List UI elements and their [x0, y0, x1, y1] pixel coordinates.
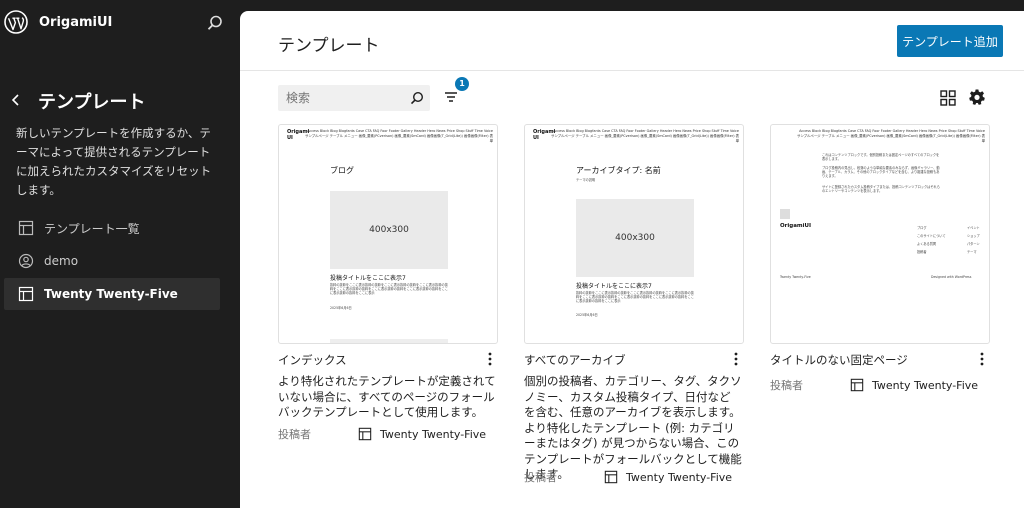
- author-name: Twenty Twenty-Five: [626, 470, 733, 484]
- preview-subheading: テーマの説明: [576, 178, 596, 182]
- sidebar: OrigamiUI テンプレート 新しいテンプレートを作成するか、テーマによって…: [0, 0, 240, 508]
- layout-icon: [604, 470, 618, 484]
- author-label: 投稿者: [770, 379, 803, 392]
- preview-footer-logo: OrigamiUI: [780, 223, 812, 229]
- preview-text-2: ブログ投稿内の見出し、段落のような単純な要素のみならず、画像ギャラリー、動画、テ…: [822, 166, 940, 179]
- search-box: [278, 85, 430, 111]
- preview-footer-links-left: ブログ このサイトについて よくある質問 投稿者: [917, 226, 946, 254]
- sidebar-nav: テンプレート一覧 demo Twenty Twenty-Five: [4, 212, 220, 311]
- preview-heading: ブログ: [330, 166, 354, 175]
- preview-site-icon: [780, 209, 790, 219]
- preview-nav: Access Block Blog Blogfants Case CTA FAQ…: [796, 129, 985, 143]
- layout-icon: [18, 286, 34, 302]
- more-vertical-icon[interactable]: [483, 351, 497, 367]
- sidebar-item-label: テンプレート一覧: [44, 221, 140, 236]
- preview-nav: Access Block Blog Blogfants Case CTA FAQ…: [550, 129, 739, 143]
- preview-post-title: 投稿タイトルをここに表示7: [576, 283, 652, 290]
- wordpress-logo-icon[interactable]: [4, 10, 28, 34]
- author-name: Twenty Twenty-Five: [872, 378, 979, 392]
- page-title: テンプレート: [278, 36, 380, 56]
- layout-icon: [18, 220, 34, 236]
- template-preview[interactable]: Origami UI Access Block Blog Blogfants C…: [278, 124, 498, 344]
- more-vertical-icon[interactable]: [729, 351, 743, 367]
- chevron-left-icon[interactable]: [8, 92, 24, 108]
- search-icon[interactable]: [409, 90, 425, 106]
- sidebar-item-twenty-twenty-five[interactable]: Twenty Twenty-Five: [4, 278, 220, 310]
- sidebar-item-demo[interactable]: demo: [4, 245, 220, 277]
- template-author: 投稿者 Twenty Twenty-Five: [770, 377, 990, 393]
- template-preview[interactable]: Origami UI Access Block Blog Blogfants C…: [524, 124, 744, 344]
- preview-nav: Access Block Blog Blogfants Case CTA FAQ…: [304, 129, 493, 143]
- add-template-button[interactable]: テンプレート追加: [897, 25, 1003, 57]
- layout-icon: [850, 378, 864, 392]
- author-label: 投稿者: [278, 428, 311, 441]
- sidebar-item-label: Twenty Twenty-Five: [44, 287, 178, 301]
- template-title[interactable]: タイトルのない固定ページ: [770, 352, 908, 368]
- author-label: 投稿者: [524, 471, 557, 484]
- gear-icon[interactable]: [968, 88, 986, 106]
- preview-excerpt: 抜粋の抜粋をここに表示抜粋の抜粋をここに表示抜粋の抜粋をここに表示抜粋の抜粋をこ…: [576, 291, 694, 304]
- site-name[interactable]: OrigamiUI: [39, 15, 112, 30]
- author-name: Twenty Twenty-Five: [380, 427, 487, 441]
- template-author: 投稿者 Twenty Twenty-Five: [524, 469, 744, 485]
- preview-image-placeholder: 400x300: [330, 191, 448, 269]
- user-circle-icon: [18, 253, 34, 269]
- template-description: より特化されたテンプレートが定義されていない場合に、すべてのページのフォールバッ…: [278, 374, 496, 419]
- template-author: 投稿者 Twenty Twenty-Five: [278, 426, 498, 442]
- filter-count-badge: 1: [455, 77, 469, 91]
- layout-icon: [358, 427, 372, 441]
- preview-footer-links-right: イベント ショップ パターン テーマ: [967, 226, 980, 254]
- preview-footer-credit: Designed with WordPress: [931, 275, 972, 279]
- preview-excerpt: 抜粋の抜粋をここに表示抜粋の抜粋をここに表示抜粋の抜粋をここに表示抜粋の抜粋をこ…: [330, 283, 448, 296]
- sidebar-description: 新しいテンプレートを作成するか、テーマによって提供されるテンプレートに加えられた…: [16, 126, 212, 197]
- preview-date: 2025年6月6日: [576, 313, 598, 317]
- sidebar-item-all-templates[interactable]: テンプレート一覧: [4, 212, 220, 244]
- preview-post-title: 投稿タイトルをここに表示7: [330, 275, 406, 282]
- preview-text-1: これはコンテンツブロックです。個別投稿または固定ページのすべてのブロックを表示し…: [822, 153, 940, 162]
- grid-view-icon[interactable]: [939, 89, 957, 107]
- sidebar-title: テンプレート: [38, 92, 146, 113]
- more-vertical-icon[interactable]: [975, 351, 989, 367]
- preview-logo: Origami UI: [287, 129, 310, 141]
- search-icon[interactable]: [205, 13, 225, 33]
- preview-date: 2025年6月6日: [330, 306, 352, 310]
- template-title[interactable]: インデックス: [278, 352, 347, 368]
- template-title[interactable]: すべてのアーカイブ: [524, 352, 626, 368]
- site-hub: OrigamiUI: [0, 0, 240, 48]
- template-description: 個別の投稿者、カテゴリー、タグ、タクソノミー、カスタム投稿タイプ、日付などを含む…: [524, 374, 742, 481]
- template-preview[interactable]: Access Block Blog Blogfants Case CTA FAQ…: [770, 124, 990, 344]
- preview-logo: Origami UI: [533, 129, 556, 141]
- main-header: テンプレート テンプレート追加: [240, 11, 1024, 71]
- preview-image-placeholder: 400x300: [576, 199, 694, 277]
- main-panel: テンプレート テンプレート追加 1 Orig: [240, 11, 1024, 508]
- search-input[interactable]: [278, 85, 406, 111]
- filter-icon[interactable]: [443, 89, 459, 105]
- preview-text-3: サイトに登録されたカスタム投稿タイプまたは、投稿コンテンツブロックはそれらのエン…: [822, 185, 940, 194]
- toolbar: 1: [240, 71, 1024, 123]
- preview-footer-site: Twenty Twenty-Five: [780, 275, 811, 279]
- preview-heading: アーカイブタイプ: 名前: [576, 166, 661, 175]
- preview-next-block: [330, 339, 448, 343]
- sidebar-header: テンプレート: [0, 86, 240, 116]
- sidebar-item-label: demo: [44, 254, 79, 268]
